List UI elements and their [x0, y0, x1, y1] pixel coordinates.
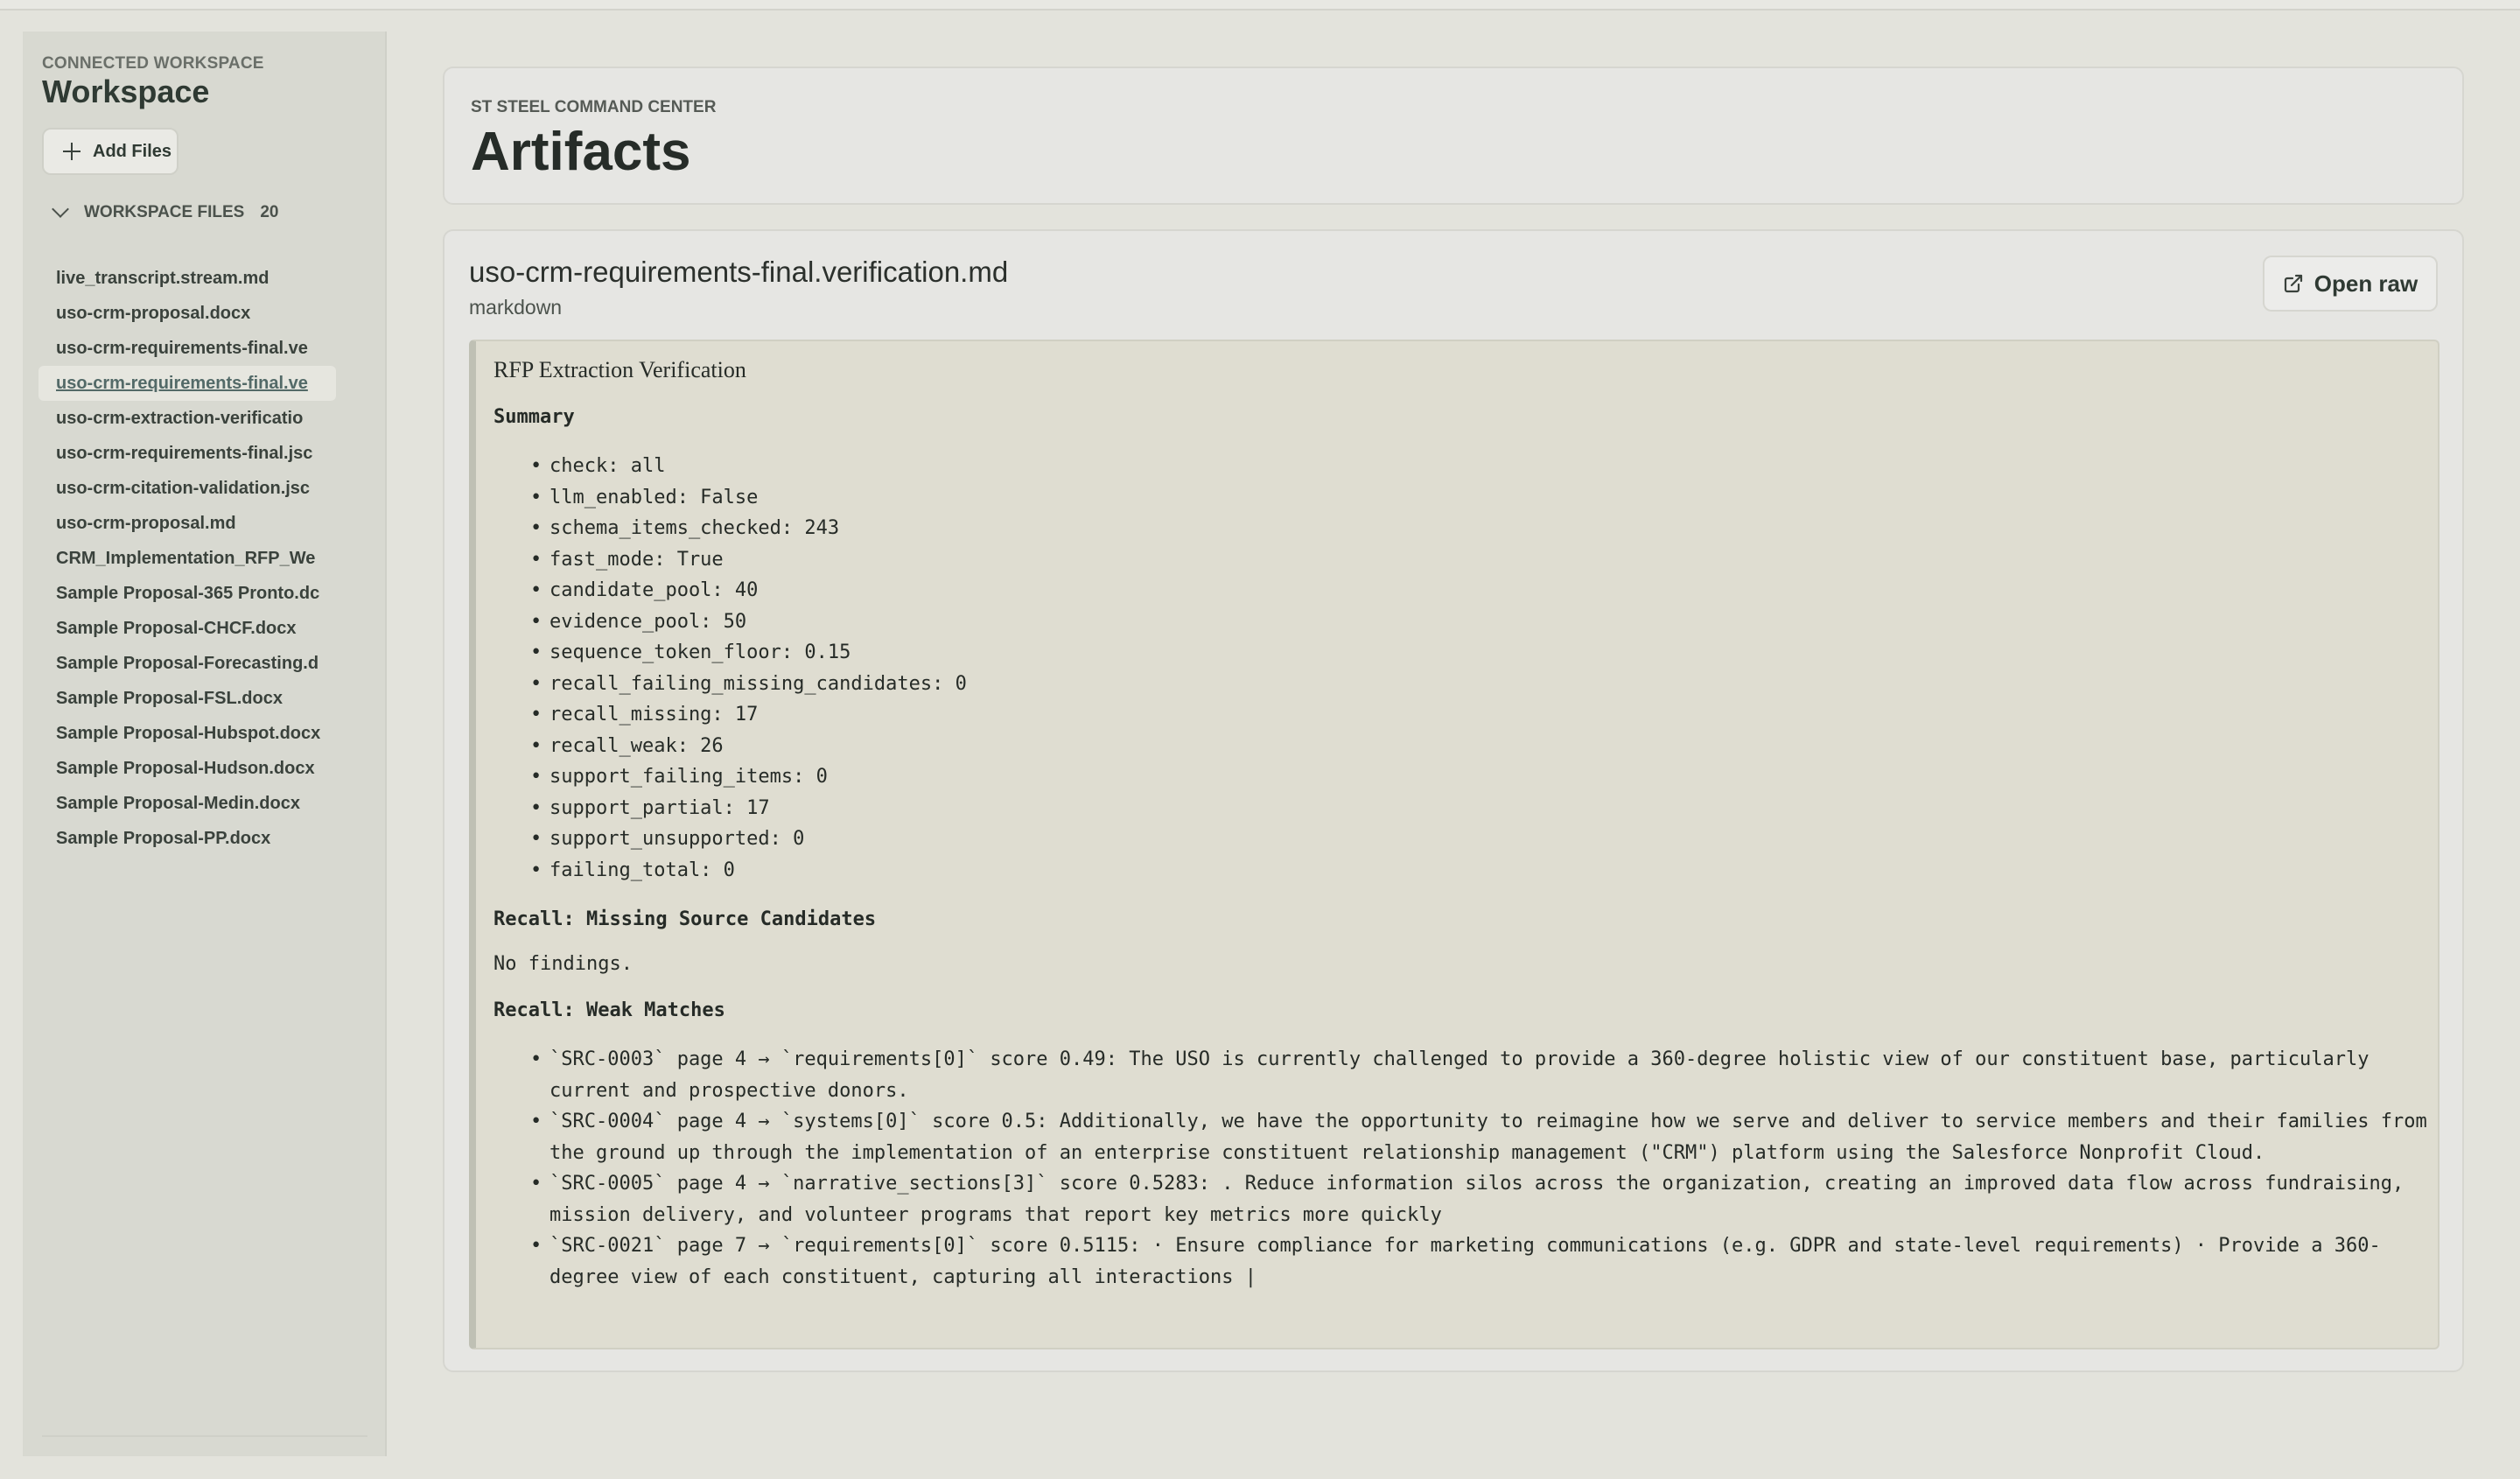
- file-list-item[interactable]: Sample Proposal-Hubspot.docx: [38, 716, 352, 751]
- file-name: uso-crm-requirements-final.ve: [56, 338, 308, 358]
- file-list-item[interactable]: live_transcript.stream.md: [38, 261, 352, 296]
- file-name: uso-crm-proposal.docx: [56, 303, 251, 323]
- weak-match-item: `SRC-0004` page 4 → `systems[0]` score 0…: [530, 1106, 2429, 1168]
- file-name: Sample Proposal-Hubspot.docx: [56, 723, 321, 743]
- workspace-files-toggle[interactable]: WORKSPACE FILES 20: [52, 200, 279, 222]
- file-name: Sample Proposal-CHCF.docx: [56, 618, 297, 638]
- artifact-viewer: uso-crm-requirements-final.verification.…: [443, 229, 2464, 1372]
- page-title: Artifacts: [471, 122, 691, 182]
- summary-item: llm_enabled: False: [530, 482, 2438, 514]
- summary-item: recall_weak: 26: [530, 731, 2438, 762]
- weak-match-item: `SRC-0021` page 7 → `requirements[0]` sc…: [530, 1230, 2429, 1293]
- workspace-files-count: 20: [260, 203, 279, 221]
- file-name: live_transcript.stream.md: [56, 268, 270, 288]
- file-list-item[interactable]: Sample Proposal-365 Pronto.dc: [38, 576, 352, 611]
- file-list-item[interactable]: uso-crm-requirements-final.ve: [38, 331, 352, 366]
- file-list-item[interactable]: uso-crm-requirements-final.jsc: [38, 436, 352, 471]
- window-top-bar: [0, 0, 2520, 11]
- page-eyebrow: ST STEEL COMMAND CENTER: [471, 98, 717, 116]
- weak-matches-list: `SRC-0003` page 4 → `requirements[0]` sc…: [530, 1044, 2438, 1293]
- summary-item: fast_mode: True: [530, 544, 2438, 576]
- summary-item: check: all: [530, 451, 2438, 482]
- file-list-item[interactable]: CRM_Implementation_RFP_We: [38, 541, 352, 576]
- summary-item: failing_total: 0: [530, 855, 2438, 887]
- workspace-files-label: WORKSPACE FILES: [84, 203, 245, 221]
- chevron-down-icon: [52, 200, 69, 218]
- file-name: Sample Proposal-Medin.docx: [56, 793, 300, 813]
- summary-item: support_partial: 17: [530, 793, 2438, 824]
- file-list-item[interactable]: Sample Proposal-CHCF.docx: [38, 611, 352, 646]
- sidebar-divider: [42, 1435, 368, 1437]
- page-header: ST STEEL COMMAND CENTER Artifacts: [443, 67, 2464, 205]
- summary-item: recall_missing: 17: [530, 699, 2438, 731]
- file-list-item[interactable]: Sample Proposal-Hudson.docx: [38, 751, 352, 786]
- file-list-item[interactable]: Sample Proposal-FSL.docx: [38, 681, 352, 716]
- missing-text: No findings.: [494, 953, 633, 975]
- file-name: Sample Proposal-FSL.docx: [56, 688, 283, 708]
- file-list-item[interactable]: Sample Proposal-PP.docx: [38, 821, 352, 856]
- markdown-content[interactable]: RFP Extraction Verification Summary chec…: [469, 340, 2440, 1349]
- file-name: uso-crm-requirements-final.jsc: [56, 443, 313, 463]
- summary-item: recall_failing_missing_candidates: 0: [530, 669, 2438, 700]
- open-raw-label: Open raw: [2314, 270, 2418, 297]
- summary-item: candidate_pool: 40: [530, 575, 2438, 606]
- file-list-item[interactable]: uso-crm-requirements-final.ve: [38, 366, 336, 401]
- file-name: Sample Proposal-Hudson.docx: [56, 758, 315, 778]
- summary-item: evidence_pool: 50: [530, 606, 2438, 638]
- file-list-item[interactable]: uso-crm-extraction-verificatio: [38, 401, 352, 436]
- external-link-icon: [2284, 274, 2302, 293]
- summary-item: support_unsupported: 0: [530, 824, 2438, 855]
- file-list-item[interactable]: uso-crm-proposal.md: [38, 506, 352, 541]
- summary-list: check: allllm_enabled: Falseschema_items…: [530, 451, 2438, 886]
- workspace-title: Workspace: [42, 74, 210, 109]
- summary-item: support_failing_items: 0: [530, 761, 2438, 793]
- workspace-eyebrow: CONNECTED WORKSPACE: [42, 54, 264, 73]
- file-name: Sample Proposal-Forecasting.d: [56, 653, 319, 673]
- file-name: uso-crm-proposal.md: [56, 513, 236, 533]
- summary-item: schema_items_checked: 243: [530, 513, 2438, 544]
- file-list-item[interactable]: Sample Proposal-Medin.docx: [38, 786, 352, 821]
- open-raw-button[interactable]: Open raw: [2263, 256, 2438, 312]
- file-name: Sample Proposal-PP.docx: [56, 828, 271, 848]
- add-files-button[interactable]: Add Files: [42, 128, 178, 175]
- doc-heading: RFP Extraction Verification: [494, 357, 746, 382]
- workspace-sidebar: CONNECTED WORKSPACE Workspace Add Files …: [23, 32, 387, 1456]
- workspace-file-list: live_transcript.stream.md uso-crm-proposa…: [38, 261, 380, 856]
- add-files-label: Add Files: [93, 141, 172, 161]
- plus-icon: [63, 143, 80, 160]
- file-name: uso-crm-extraction-verificatio: [56, 408, 304, 428]
- artifact-filename: uso-crm-requirements-final.verification.…: [469, 256, 1009, 288]
- weak-match-item: `SRC-0003` page 4 → `requirements[0]` sc…: [530, 1044, 2429, 1106]
- file-name: uso-crm-requirements-final.ve: [56, 373, 308, 393]
- file-list-item[interactable]: Sample Proposal-Forecasting.d: [38, 646, 352, 681]
- summary-heading: Summary: [494, 406, 575, 428]
- weak-heading: Recall: Weak Matches: [494, 999, 725, 1021]
- missing-heading: Recall: Missing Source Candidates: [494, 908, 877, 930]
- file-name: CRM_Implementation_RFP_We: [56, 548, 316, 568]
- file-name: uso-crm-citation-validation.jsc: [56, 478, 311, 498]
- weak-match-item: `SRC-0005` page 4 → `narrative_sections[…: [530, 1168, 2429, 1230]
- artifact-type: markdown: [469, 296, 563, 319]
- summary-item: sequence_token_floor: 0.15: [530, 637, 2438, 669]
- file-list-item[interactable]: uso-crm-citation-validation.jsc: [38, 471, 352, 506]
- file-list-item[interactable]: uso-crm-proposal.docx: [38, 296, 352, 331]
- file-name: Sample Proposal-365 Pronto.dc: [56, 583, 320, 603]
